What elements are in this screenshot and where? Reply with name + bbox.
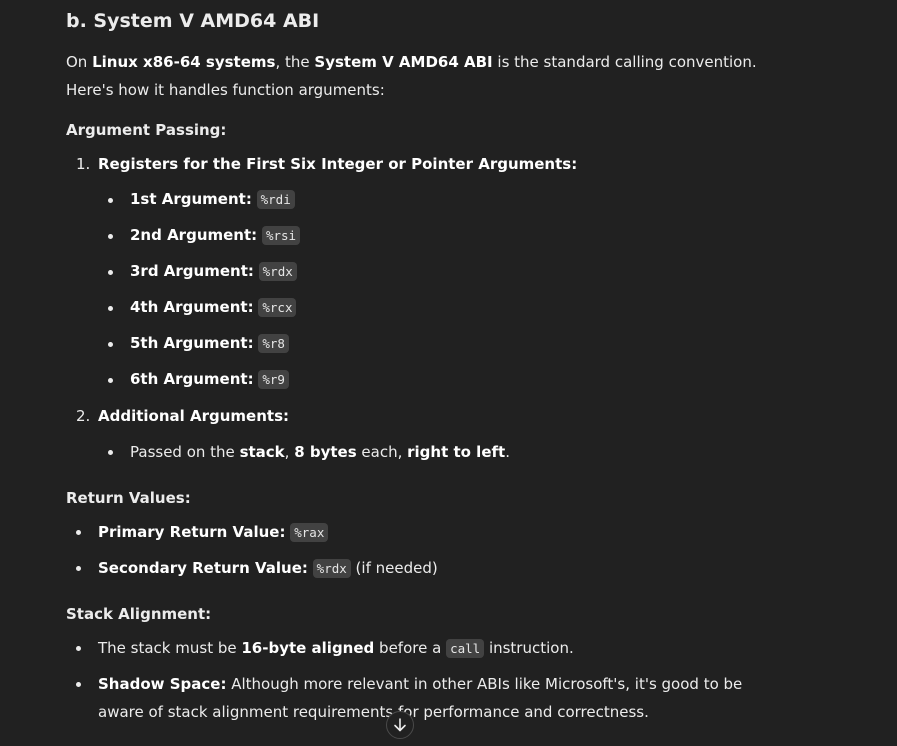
return-label: Primary Return Value: <box>98 523 286 541</box>
register-code: %rdx <box>258 262 297 281</box>
list-item: Shadow Space: Although more relevant in … <box>98 670 778 726</box>
return-label: Secondary Return Value: <box>98 559 308 577</box>
list-item: 5th Argument: %r8 <box>130 334 289 353</box>
list-item: 6th Argument: %r9 <box>130 370 289 389</box>
text: The stack must be <box>98 639 242 657</box>
bullet-dot <box>108 234 113 239</box>
text: . <box>505 443 510 461</box>
text: Passed on the <box>130 443 240 461</box>
register-code: %r9 <box>258 370 289 389</box>
list-item: 4th Argument: %rcx <box>130 298 297 317</box>
bullet-dot <box>108 378 113 383</box>
bold-text: stack <box>239 443 285 461</box>
list-item: 1st Argument: %rdi <box>130 190 295 209</box>
section-heading: b. System V AMD64 ABI <box>66 10 320 32</box>
bullet-dot <box>76 530 81 535</box>
text: before a <box>374 639 447 657</box>
text: instruction. <box>484 639 574 657</box>
arg-label: 3rd Argument: <box>130 262 254 280</box>
bullet-dot <box>108 450 113 455</box>
bullet-dot <box>108 342 113 347</box>
argument-passing-title: Argument Passing: <box>66 121 227 139</box>
bullet-dot <box>76 646 81 651</box>
register-code: %rsi <box>261 226 301 245</box>
bullet-dot <box>108 306 113 311</box>
arrow-down-icon <box>394 718 406 732</box>
intro-paragraph: On Linux x86-64 systems, the System V AM… <box>66 48 781 104</box>
arg-label: 2nd Argument: <box>130 226 258 244</box>
text: , <box>284 443 295 461</box>
arg-label: 1st Argument: <box>130 190 252 208</box>
bold-text: 8 bytes <box>294 443 357 461</box>
scroll-to-bottom-button[interactable] <box>386 711 414 739</box>
ordered-item-label: Registers for the First Six Integer or P… <box>98 155 577 173</box>
return-values-title: Return Values: <box>66 489 191 507</box>
bullet-dot <box>108 270 113 275</box>
intro-text: On <box>66 53 93 71</box>
arg-label: 6th Argument: <box>130 370 254 388</box>
list-item: 2nd Argument: %rsi <box>130 226 301 245</box>
bold-text: Shadow Space: <box>98 675 227 693</box>
inline-code: call <box>446 639 485 658</box>
register-code: %rax <box>290 523 329 542</box>
ordered-item-number: 1. <box>76 155 91 173</box>
stack-alignment-title: Stack Alignment: <box>66 605 212 623</box>
registers-heading: Registers for the First Six Integer or P… <box>98 155 578 173</box>
register-code: %rdi <box>256 190 295 209</box>
list-item: Passed on the stack, 8 bytes each, right… <box>130 443 510 461</box>
ordered-item-label: Additional Arguments: <box>98 407 289 425</box>
note-text: (if needed) <box>350 559 438 577</box>
register-code: %rcx <box>258 298 297 317</box>
bold-text: right to left <box>407 443 506 461</box>
list-item: Primary Return Value: %rax <box>98 523 329 542</box>
register-code: %r8 <box>258 334 289 353</box>
intro-text: , the <box>275 53 315 71</box>
list-item: The stack must be 16-byte aligned before… <box>98 639 574 658</box>
bullet-dot <box>76 566 81 571</box>
intro-bold-os: Linux x86-64 systems <box>92 53 276 71</box>
bold-text: 16-byte aligned <box>241 639 375 657</box>
intro-bold-abi: System V AMD64 ABI <box>314 53 493 71</box>
text: each, <box>356 443 408 461</box>
register-code: %rdx <box>312 559 351 578</box>
additional-args-heading: Additional Arguments: <box>98 407 290 425</box>
ordered-item-number: 2. <box>76 407 91 425</box>
list-item: 3rd Argument: %rdx <box>130 262 297 281</box>
bullet-dot <box>76 682 81 687</box>
list-item: Secondary Return Value: %rdx (if needed) <box>98 559 438 578</box>
bullet-dot <box>108 198 113 203</box>
arg-label: 4th Argument: <box>130 298 254 316</box>
arg-label: 5th Argument: <box>130 334 254 352</box>
